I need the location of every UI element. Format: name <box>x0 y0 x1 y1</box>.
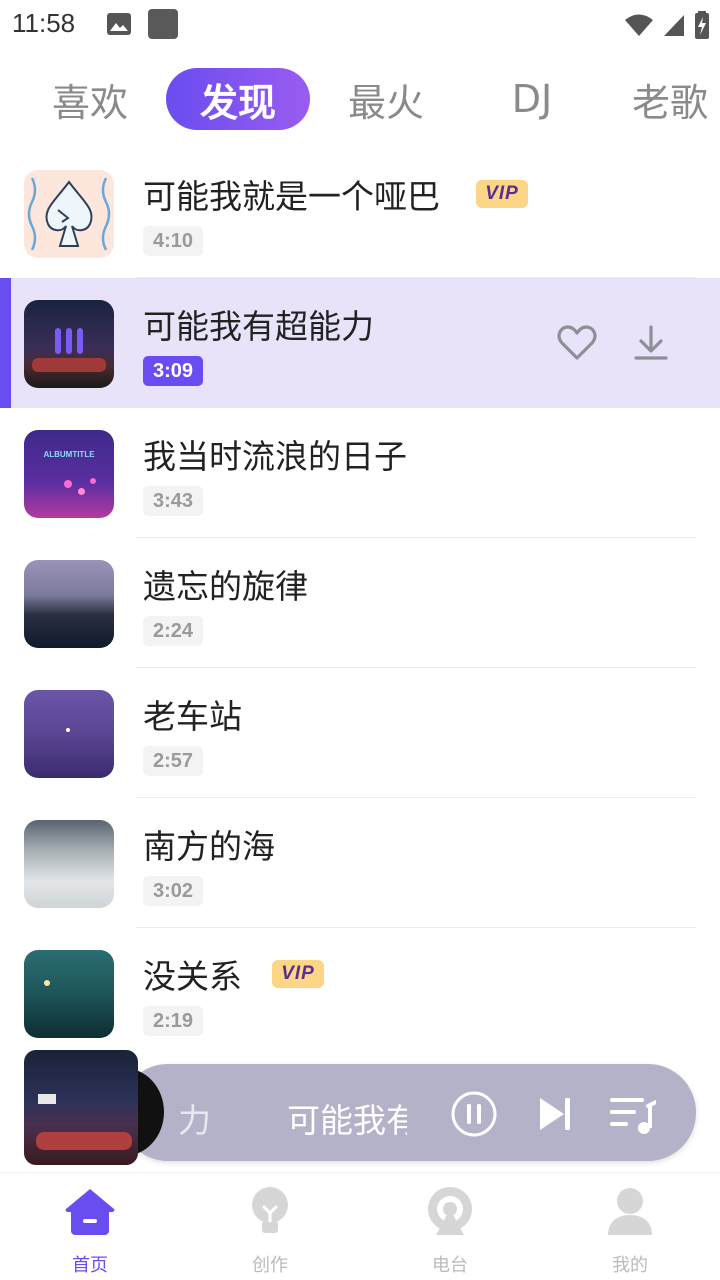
user-icon <box>608 1188 652 1235</box>
song-list: 可能我就是一个哑巴 VIP 4:10 可能我有超能力 3:09 ALBUMTIT… <box>0 148 720 1058</box>
song-duration: 2:57 <box>143 746 204 776</box>
bulb-icon <box>252 1187 288 1233</box>
bottom-navigation: 首页 创作 电台 我的 <box>0 1172 720 1280</box>
status-time: 11:58 <box>12 8 76 38</box>
tab-hottest[interactable]: 最火 <box>340 68 432 130</box>
next-track-icon[interactable] <box>530 1090 578 1138</box>
album-cover <box>24 170 114 258</box>
signal-icon <box>664 15 684 36</box>
album-cover <box>24 820 114 908</box>
category-tabs: 喜欢 发现 最火 DJ 老歌 <box>0 62 720 138</box>
download-icon[interactable] <box>630 322 672 364</box>
song-row[interactable]: 没关系 VIP 2:19 <box>0 928 720 1058</box>
song-duration: 3:43 <box>143 486 204 516</box>
battery-charging-icon <box>695 11 709 39</box>
image-notification-icon <box>107 13 131 35</box>
tab-likes[interactable]: 喜欢 <box>44 68 136 130</box>
pause-icon[interactable] <box>450 1090 498 1138</box>
status-bar: 11:58 <box>0 0 720 52</box>
song-title: 遗忘的旋律 <box>143 567 308 606</box>
favorite-heart-icon[interactable] <box>556 322 598 364</box>
nav-label: 我的 <box>612 1255 648 1276</box>
song-duration: 3:02 <box>143 876 204 906</box>
tab-discover[interactable]: 发现 <box>166 68 310 130</box>
vip-badge: VIP <box>476 180 528 208</box>
song-title: 南方的海 <box>143 827 275 866</box>
nav-label: 首页 <box>72 1255 108 1276</box>
album-cover <box>24 950 114 1038</box>
album-cover <box>24 690 114 778</box>
song-title: 可能我有超能力 <box>143 307 374 346</box>
mini-player-cover[interactable] <box>24 1050 138 1165</box>
status-icons <box>624 8 710 42</box>
tab-oldies[interactable]: 老歌 <box>632 68 720 130</box>
song-row[interactable]: 老车站 2:57 <box>0 668 720 798</box>
nav-home[interactable]: 首页 <box>0 1179 180 1279</box>
album-cover <box>24 560 114 648</box>
spade-artwork <box>27 177 111 251</box>
song-duration: 2:19 <box>143 1006 204 1036</box>
playlist-icon[interactable] <box>608 1090 656 1138</box>
song-row[interactable]: 南方的海 3:02 <box>0 798 720 928</box>
home-icon <box>65 1189 115 1235</box>
nav-label: 电台 <box>432 1255 468 1276</box>
song-row[interactable]: ALBUMTITLE 我当时流浪的日子 3:43 <box>0 408 720 538</box>
song-title: 可能我就是一个哑巴 <box>143 177 440 216</box>
song-title: 老车站 <box>143 697 242 736</box>
song-row[interactable]: 可能我就是一个哑巴 VIP 4:10 <box>0 148 720 278</box>
playing-indicator-icon <box>55 328 83 354</box>
album-cover: ALBUMTITLE <box>24 430 114 518</box>
tab-dj[interactable]: DJ <box>496 68 568 130</box>
vip-badge: VIP <box>272 960 324 988</box>
nav-label: 创作 <box>252 1255 288 1276</box>
album-cover <box>24 300 114 388</box>
wifi-icon <box>625 14 653 36</box>
nav-radio[interactable]: 电台 <box>360 1179 540 1279</box>
app-notification-icon <box>148 9 178 39</box>
radio-icon <box>428 1187 472 1235</box>
song-row-current[interactable]: 可能我有超能力 3:09 <box>0 278 720 408</box>
song-duration: 3:09 <box>143 356 204 386</box>
album-cover-text: ALBUMTITLE <box>43 450 95 459</box>
nav-mine[interactable]: 我的 <box>540 1179 720 1279</box>
song-duration: 2:24 <box>143 616 204 646</box>
song-duration: 4:10 <box>143 226 204 256</box>
mini-player-title: 可能我有超能力 <box>287 1101 407 1140</box>
song-row[interactable]: 遗忘的旋律 2:24 <box>0 538 720 668</box>
song-title: 没关系 <box>143 957 242 996</box>
previous-title-fragment: 力 <box>178 1101 211 1140</box>
nav-create[interactable]: 创作 <box>180 1179 360 1279</box>
song-title: 我当时流浪的日子 <box>143 437 407 476</box>
